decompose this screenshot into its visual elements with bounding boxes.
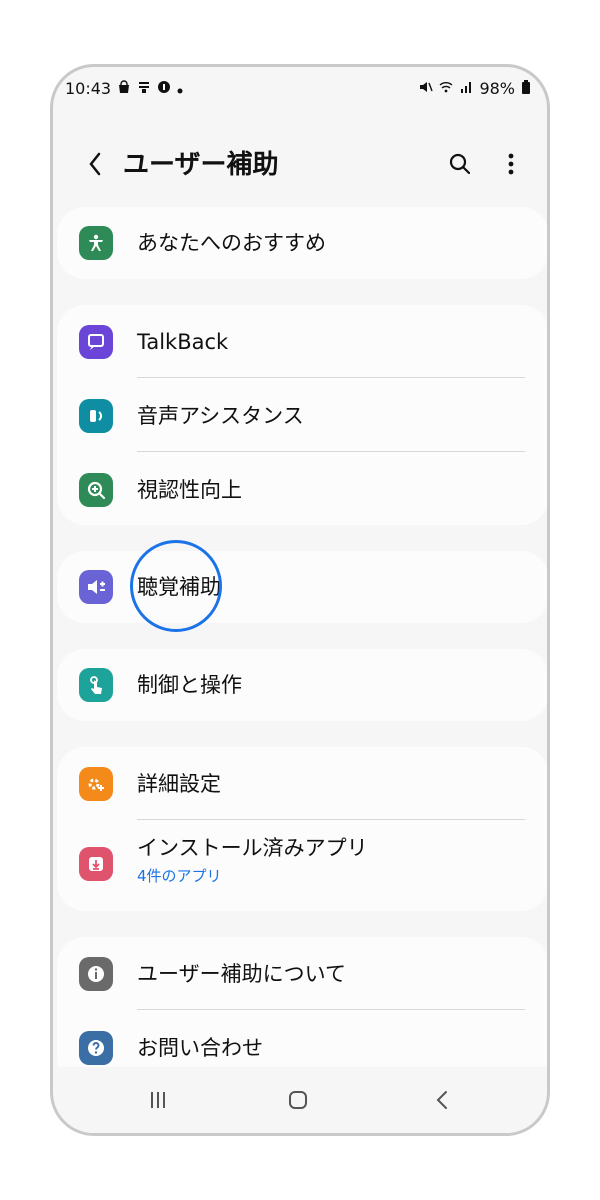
section-advanced: 詳細設定 インストール済みアプリ 4件のアプリ [57, 747, 547, 911]
list-item-interaction[interactable]: 制御と操作 [57, 648, 547, 722]
list-item-label: 視認性向上 [137, 478, 242, 502]
list-item-label: お問い合わせ [137, 1036, 263, 1060]
accessibility-person-icon [79, 226, 113, 260]
list-item-about[interactable]: ユーザー補助について [57, 937, 547, 1011]
interaction-dexterity-icon [79, 668, 113, 702]
section-interaction: 制御と操作 [57, 648, 547, 722]
visibility-zoom-icon [79, 473, 113, 507]
list-item-label: インストール済みアプリ [137, 836, 368, 860]
battery-icon [521, 79, 531, 98]
advanced-settings-icon [79, 767, 113, 801]
navigation-bar [53, 1067, 547, 1133]
divider [137, 377, 525, 378]
status-bar: 10:43 98% [53, 67, 547, 111]
home-button[interactable] [283, 1087, 313, 1113]
list-item-advanced-settings[interactable]: 詳細設定 [57, 747, 547, 821]
signal-icon [459, 79, 473, 98]
section-hearing: 聴覚補助 [57, 550, 547, 624]
list-item-sublabel: 4件のアプリ [137, 867, 222, 885]
status-time: 10:43 [65, 79, 112, 98]
list-item-label: 音声アシスタンス [137, 404, 304, 428]
installed-apps-icon [79, 847, 113, 881]
divider [137, 819, 525, 820]
section-about: ユーザー補助について お問い合わせ [57, 937, 547, 1085]
section-recommended: あなたへのおすすめ [57, 206, 547, 280]
divider [137, 451, 525, 452]
dot-icon [177, 79, 183, 98]
back-button[interactable] [81, 147, 109, 181]
home-icon [289, 1091, 307, 1109]
list-item-label: ユーザー補助について [137, 962, 346, 986]
shopping-bag-icon [117, 79, 131, 98]
chevron-left-icon [89, 152, 101, 176]
list-item-label: 制御と操作 [137, 673, 242, 697]
list-item-label: 聴覚補助 [137, 575, 221, 599]
wifi-icon [439, 79, 453, 98]
back-icon [436, 1091, 447, 1109]
divider [137, 1009, 525, 1010]
voice-assistance-icon [79, 399, 113, 433]
list-item-label: TalkBack [137, 330, 229, 354]
list-item-installed-apps[interactable]: インストール済みアプリ 4件のアプリ [57, 823, 547, 911]
more-vert-icon [508, 153, 514, 175]
help-icon [79, 1031, 113, 1065]
list-item-visibility[interactable]: 視認性向上 [57, 453, 547, 527]
hearing-enhancement-icon [79, 570, 113, 604]
list-item-label: あなたへのおすすめ [137, 231, 326, 255]
section-vision: TalkBack 音声アシスタンス 視認性向上 [57, 305, 547, 527]
recents-icon [151, 1092, 165, 1108]
search-button[interactable] [443, 147, 477, 181]
info-icon [79, 957, 113, 991]
list-item-voice-assistance[interactable]: 音声アシスタンス [57, 379, 547, 453]
search-icon [449, 153, 471, 175]
phone-frame: 10:43 98% ユーザー補助 あなたへのおすすめ TalkBack 音声アシ… [50, 64, 550, 1136]
recents-button[interactable] [143, 1087, 173, 1113]
more-options-button[interactable] [499, 147, 523, 181]
chat-icon [157, 79, 171, 98]
list-item-label: 詳細設定 [137, 772, 221, 796]
nav-back-button[interactable] [428, 1087, 458, 1113]
list-item-recommended[interactable]: あなたへのおすすめ [57, 206, 547, 280]
status-right: 98% [419, 79, 531, 98]
mute-icon [419, 79, 434, 98]
talkback-icon [79, 325, 113, 359]
status-left: 10:43 [65, 79, 183, 98]
list-item-talkback[interactable]: TalkBack [57, 305, 547, 379]
app-bar: ユーザー補助 [53, 139, 547, 193]
page-title: ユーザー補助 [123, 150, 279, 180]
battery-percent: 98% [479, 79, 515, 98]
list-item-hearing[interactable]: 聴覚補助 [57, 550, 547, 624]
notification-icon [137, 79, 151, 98]
